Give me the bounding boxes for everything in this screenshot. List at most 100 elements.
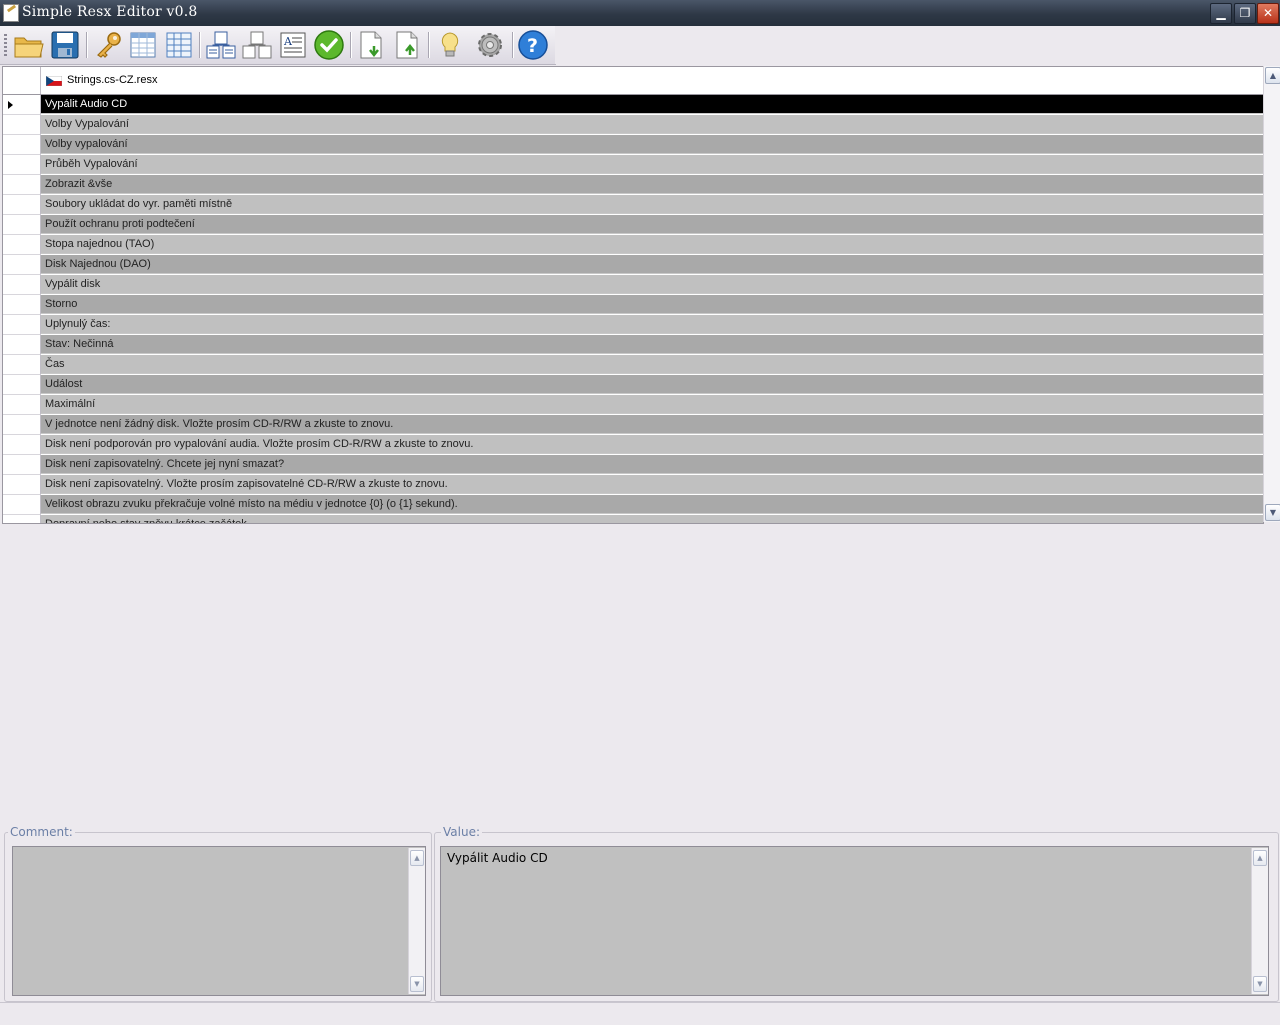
table-cell[interactable]: Stav: Nečinná (41, 335, 1263, 354)
comment-scroll-up[interactable]: ▲ (410, 850, 424, 866)
table-cell[interactable]: V jednotce není žádný disk. Vložte prosí… (41, 415, 1263, 434)
table-cell[interactable]: Storno (41, 295, 1263, 314)
row-header[interactable] (3, 335, 41, 355)
row-header[interactable] (3, 455, 41, 475)
help-button[interactable]: ? (517, 29, 549, 61)
import-document-button[interactable] (356, 29, 388, 61)
row-header[interactable] (3, 215, 41, 235)
table-cell[interactable]: Dopravní nebo stav zpěvu krátce začátek (41, 515, 1263, 523)
settings-button[interactable] (474, 29, 506, 61)
table-cell[interactable]: Vypálit disk (41, 275, 1263, 294)
row-header[interactable] (3, 395, 41, 415)
table-cell[interactable]: Zobrazit &vše (41, 175, 1263, 194)
table-row[interactable]: Událost (3, 375, 1263, 395)
multi-document-button[interactable] (205, 29, 237, 61)
scroll-up-button[interactable]: ▲ (1265, 67, 1280, 84)
table-row[interactable]: Soubory ukládat do vyr. paměti místně (3, 195, 1263, 215)
row-header[interactable] (3, 135, 41, 155)
row-header[interactable] (3, 495, 41, 515)
row-header[interactable] (3, 175, 41, 195)
table-row[interactable]: Vypálit disk (3, 275, 1263, 295)
table-row[interactable]: V jednotce není žádný disk. Vložte prosí… (3, 415, 1263, 435)
comment-textarea[interactable]: ▲ ▼ (12, 846, 426, 996)
row-header[interactable] (3, 95, 41, 115)
close-button[interactable]: ✕ (1257, 3, 1279, 24)
check-button[interactable] (313, 29, 345, 61)
text-document-button[interactable]: A (277, 29, 309, 61)
table-cell[interactable]: Disk není zapisovatelný. Chcete jej nyní… (41, 455, 1263, 474)
value-textarea[interactable]: Vypálit Audio CD ▲ ▼ (440, 846, 1269, 996)
table-cell[interactable]: Stopa najednou (TAO) (41, 235, 1263, 254)
row-header[interactable] (3, 515, 41, 523)
table-row[interactable]: Storno (3, 295, 1263, 315)
table-row[interactable]: Velikost obrazu zvuku překračuje volné m… (3, 495, 1263, 515)
row-header[interactable] (3, 475, 41, 495)
table-button[interactable] (163, 29, 195, 61)
table-cell[interactable]: Událost (41, 375, 1263, 394)
table-row[interactable]: Disk není podporován pro vypalování audi… (3, 435, 1263, 455)
table-cell[interactable]: Volby Vypalování (41, 115, 1263, 134)
table-row[interactable]: Čas (3, 355, 1263, 375)
row-header[interactable] (3, 275, 41, 295)
row-header[interactable] (3, 435, 41, 455)
table-row[interactable]: Disk není zapisovatelný. Vložte prosím z… (3, 475, 1263, 495)
table-row[interactable]: Dopravní nebo stav zpěvu krátce začátek (3, 515, 1263, 523)
row-header[interactable] (3, 375, 41, 395)
table-row[interactable]: Použít ochranu proti podtečení (3, 215, 1263, 235)
key-icon (97, 32, 121, 58)
row-header[interactable] (3, 355, 41, 375)
table-row[interactable]: Disk Najednou (DAO) (3, 255, 1263, 275)
grid-vertical-scrollbar[interactable]: ▲ ▼ (1263, 66, 1280, 522)
table-cell[interactable]: Maximální (41, 395, 1263, 414)
row-header[interactable] (3, 235, 41, 255)
table-row[interactable]: Zobrazit &vše (3, 175, 1263, 195)
maximize-button[interactable]: ❐ (1234, 3, 1256, 24)
table-cell[interactable]: Průběh Vypalování (41, 155, 1263, 174)
row-header[interactable] (3, 115, 41, 135)
tree-document-button[interactable] (241, 29, 273, 61)
strings-grid[interactable]: Strings.cs-CZ.resx Vypálit Audio CD Volby… (2, 66, 1264, 524)
value-scrollbar[interactable]: ▲ ▼ (1251, 848, 1268, 994)
scroll-down-button[interactable]: ▼ (1265, 504, 1280, 521)
grid-column-header[interactable]: Strings.cs-CZ.resx (3, 67, 1263, 95)
table-row[interactable]: Uplynulý čas: (3, 315, 1263, 335)
row-header[interactable] (3, 415, 41, 435)
table-cell[interactable]: Použít ochranu proti podtečení (41, 215, 1263, 234)
table-cell[interactable]: Velikost obrazu zvuku překračuje volné m… (41, 495, 1263, 514)
table-cell[interactable]: Volby vypalování (41, 135, 1263, 154)
table-row[interactable]: Disk není zapisovatelný. Chcete jej nyní… (3, 455, 1263, 475)
row-header[interactable] (3, 295, 41, 315)
table-row[interactable]: Maximální (3, 395, 1263, 415)
row-header[interactable] (3, 315, 41, 335)
value-scroll-up[interactable]: ▲ (1253, 850, 1267, 866)
row-header[interactable] (3, 155, 41, 175)
toolbar-grip[interactable] (4, 34, 7, 58)
export-document-button[interactable] (392, 29, 424, 61)
hint-button[interactable] (434, 29, 466, 61)
minimize-button[interactable]: ▁ (1210, 3, 1232, 24)
open-button[interactable] (13, 29, 45, 61)
key-button[interactable] (92, 29, 124, 61)
table-cell[interactable]: Disk Najednou (DAO) (41, 255, 1263, 274)
value-text: Vypálit Audio CD (447, 851, 548, 865)
save-button[interactable] (49, 29, 81, 61)
table-row[interactable]: Stopa najednou (TAO) (3, 235, 1263, 255)
comment-label: Comment: (8, 825, 75, 839)
table-cell[interactable]: Soubory ukládat do vyr. paměti místně (41, 195, 1263, 214)
table-row[interactable]: Vypálit Audio CD (3, 95, 1263, 115)
table-row[interactable]: Stav: Nečinná (3, 335, 1263, 355)
comment-scrollbar[interactable]: ▲ ▼ (408, 848, 425, 994)
value-scroll-down[interactable]: ▼ (1253, 976, 1267, 992)
table-cell[interactable]: Disk není zapisovatelný. Vložte prosím z… (41, 475, 1263, 494)
row-header[interactable] (3, 255, 41, 275)
table-row[interactable]: Volby vypalování (3, 135, 1263, 155)
table-row[interactable]: Průběh Vypalování (3, 155, 1263, 175)
comment-scroll-down[interactable]: ▼ (410, 976, 424, 992)
row-header[interactable] (3, 195, 41, 215)
table-cell[interactable]: Vypálit Audio CD (41, 95, 1263, 114)
table-cell[interactable]: Disk není podporován pro vypalování audi… (41, 435, 1263, 454)
grid-view-button[interactable] (127, 29, 159, 61)
table-row[interactable]: Volby Vypalování (3, 115, 1263, 135)
table-cell[interactable]: Uplynulý čas: (41, 315, 1263, 334)
table-cell[interactable]: Čas (41, 355, 1263, 374)
